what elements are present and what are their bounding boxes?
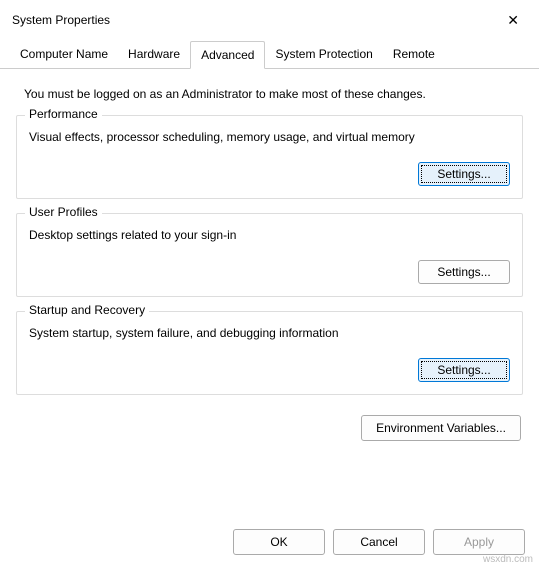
tab-advanced[interactable]: Advanced: [190, 41, 265, 69]
window-title: System Properties: [12, 13, 110, 27]
performance-settings-button[interactable]: Settings...: [418, 162, 510, 186]
startup-recovery-settings-button[interactable]: Settings...: [418, 358, 510, 382]
cancel-button[interactable]: Cancel: [333, 529, 425, 555]
group-user-profiles-desc: Desktop settings related to your sign-in: [29, 228, 510, 242]
admin-note: You must be logged on as an Administrato…: [24, 87, 523, 101]
titlebar: System Properties ✕: [0, 0, 539, 36]
tab-system-protection[interactable]: System Protection: [265, 41, 382, 69]
tab-remote[interactable]: Remote: [383, 41, 445, 69]
group-performance-title: Performance: [25, 107, 102, 121]
watermark: wsxdn.com: [483, 554, 533, 565]
group-startup-recovery: Startup and Recovery System startup, sys…: [16, 311, 523, 395]
tab-strip: Computer Name Hardware Advanced System P…: [0, 40, 539, 69]
tab-hardware[interactable]: Hardware: [118, 41, 190, 69]
group-user-profiles-title: User Profiles: [25, 205, 102, 219]
apply-button[interactable]: Apply: [433, 529, 525, 555]
group-performance: Performance Visual effects, processor sc…: [16, 115, 523, 199]
group-user-profiles: User Profiles Desktop settings related t…: [16, 213, 523, 297]
dialog-actions: OK Cancel Apply: [233, 529, 525, 555]
group-performance-desc: Visual effects, processor scheduling, me…: [29, 130, 510, 144]
tab-computer-name[interactable]: Computer Name: [10, 41, 118, 69]
tab-content: You must be logged on as an Administrato…: [0, 69, 539, 449]
environment-variables-button[interactable]: Environment Variables...: [361, 415, 521, 441]
group-startup-recovery-title: Startup and Recovery: [25, 303, 149, 317]
group-startup-recovery-desc: System startup, system failure, and debu…: [29, 326, 510, 340]
ok-button[interactable]: OK: [233, 529, 325, 555]
close-icon[interactable]: ✕: [499, 10, 527, 31]
user-profiles-settings-button[interactable]: Settings...: [418, 260, 510, 284]
